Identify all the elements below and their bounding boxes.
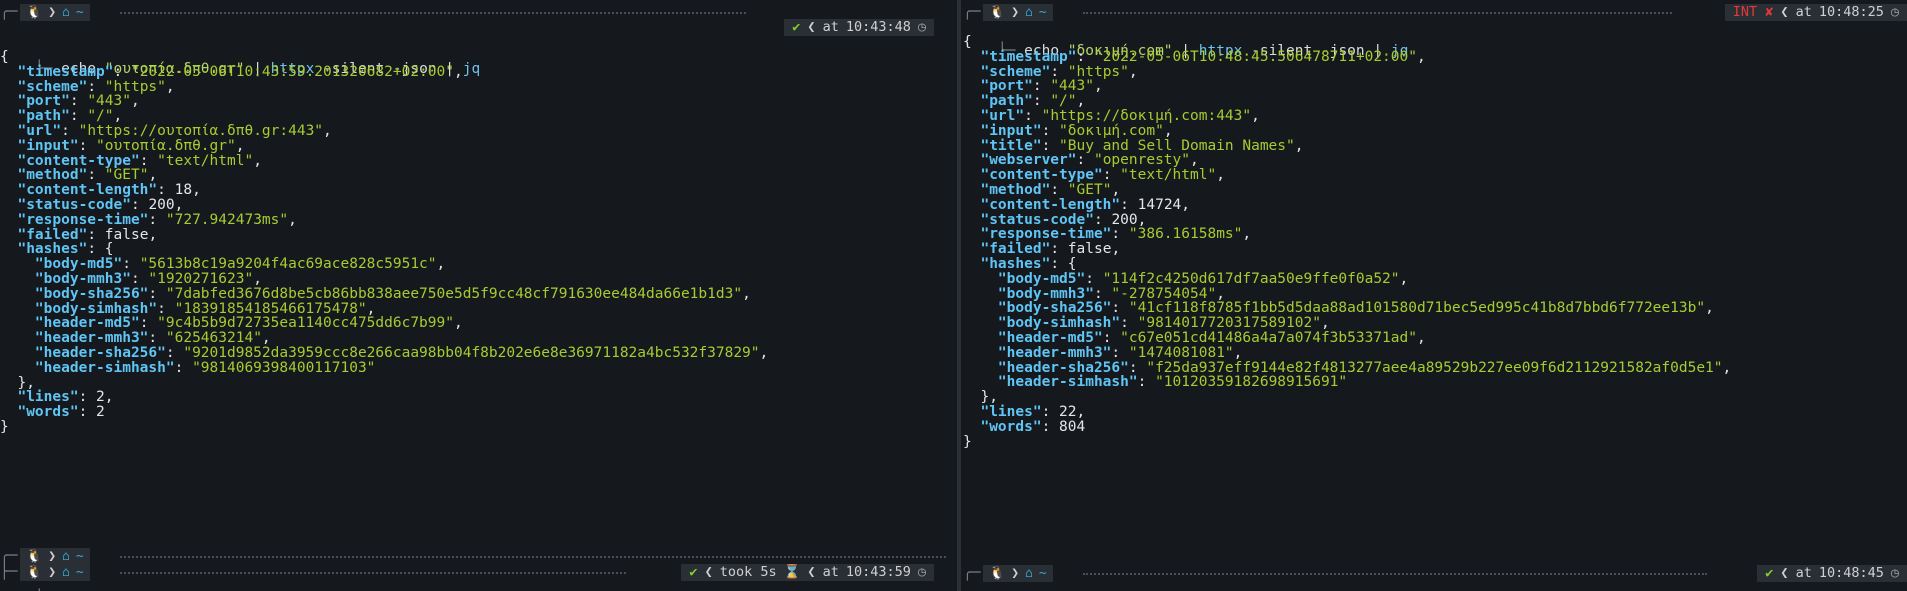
chevron-left-icon: ❮ bbox=[807, 19, 816, 35]
prompt-bar-top: ╭─ 🐧 ❯ ⌂ ~ INT ✘ ❮ at 10:48:25 ◷ bbox=[963, 4, 1907, 21]
status-ok-icon: ✔ bbox=[1765, 565, 1774, 581]
clock-icon: ◷ bbox=[1890, 565, 1899, 581]
terminal-pane-left[interactable]: ╭─ 🐧 ❯ ⌂ ~ ✔ ❮ at 10:43:48 ◷ ╰─ echo "ου… bbox=[0, 0, 956, 591]
status-error-icon: INT ✘ bbox=[1732, 4, 1774, 20]
cwd: ~ bbox=[1038, 566, 1047, 581]
prompt-segment: 🐧 ❯ ⌂ ~ bbox=[983, 565, 1053, 582]
prompt-corner: ╭─ bbox=[963, 4, 981, 20]
pane-divider[interactable] bbox=[957, 0, 961, 591]
linux-icon: 🐧 bbox=[26, 549, 43, 564]
at-label: at bbox=[822, 19, 839, 35]
chevron-right-icon: ❯ bbox=[48, 549, 57, 564]
home-icon: ⌂ bbox=[62, 549, 70, 564]
prompt-time: 10:48:25 bbox=[1818, 4, 1884, 20]
prompt-bar-status: ✔ ❮ at 10:43:48 ◷ bbox=[0, 19, 956, 36]
linux-icon: 🐧 bbox=[989, 566, 1006, 581]
clock-icon: ◷ bbox=[1890, 4, 1899, 20]
input-line[interactable]: ╰─ bbox=[0, 579, 956, 591]
status-ok-icon: ✔ bbox=[792, 19, 801, 35]
right-prompt: INT ✘ ❮ at 10:48:25 ◷ bbox=[1724, 4, 1907, 21]
chevron-right-icon: ❯ bbox=[1011, 566, 1020, 581]
cwd: ~ bbox=[1038, 5, 1047, 20]
prompt-segment: 🐧 ❯ ⌂ ~ bbox=[983, 4, 1053, 21]
prompt-time: 10:48:45 bbox=[1818, 565, 1884, 581]
cwd: ~ bbox=[75, 549, 84, 564]
json-brace-char: } bbox=[963, 433, 972, 450]
linux-icon: 🐧 bbox=[989, 5, 1006, 20]
prompt-filler bbox=[1083, 573, 1707, 577]
chevron-left-icon: ❮ bbox=[1780, 4, 1789, 20]
prompt-corner: ╭─ bbox=[963, 565, 981, 581]
prompt-filler bbox=[120, 12, 746, 16]
clock-icon: ◷ bbox=[917, 19, 926, 35]
prompt-bar-bottom-1: ╭─ 🐧 ❯ ⌂ ~ bbox=[0, 548, 956, 565]
prompt-filler bbox=[120, 556, 946, 560]
prompt-time: 10:43:48 bbox=[845, 19, 911, 35]
terminal-pane-right[interactable]: ╭─ 🐧 ❯ ⌂ ~ INT ✘ ❮ at 10:48:25 ◷ ╰─ echo… bbox=[963, 0, 1907, 591]
right-prompt: ✔ ❮ at 10:48:45 ◷ bbox=[1757, 565, 1907, 582]
right-prompt: ✔ ❮ at 10:43:48 ◷ bbox=[784, 19, 934, 36]
json-brace-char: } bbox=[0, 419, 9, 435]
home-icon: ⌂ bbox=[1025, 566, 1033, 581]
prompt-filler bbox=[120, 572, 626, 576]
json-brace: } bbox=[0, 418, 956, 436]
chevron-right-icon: ❯ bbox=[1011, 5, 1020, 20]
prompt-bar-bottom: ╭─ 🐧 ❯ ⌂ ~ ✔ ❮ at 10:48:45 ◷ bbox=[963, 565, 1907, 582]
json-brace: } bbox=[963, 433, 1907, 451]
at-label: at bbox=[1795, 4, 1812, 20]
home-icon: ⌂ bbox=[1025, 5, 1033, 20]
prompt-filler bbox=[1083, 12, 1672, 16]
at-label: at bbox=[1795, 565, 1812, 581]
prompt-segment: 🐧 ❯ ⌂ ~ bbox=[20, 548, 90, 565]
prompt-corner: ╭─ bbox=[0, 548, 18, 564]
chevron-left-icon: ❮ bbox=[1780, 565, 1789, 581]
